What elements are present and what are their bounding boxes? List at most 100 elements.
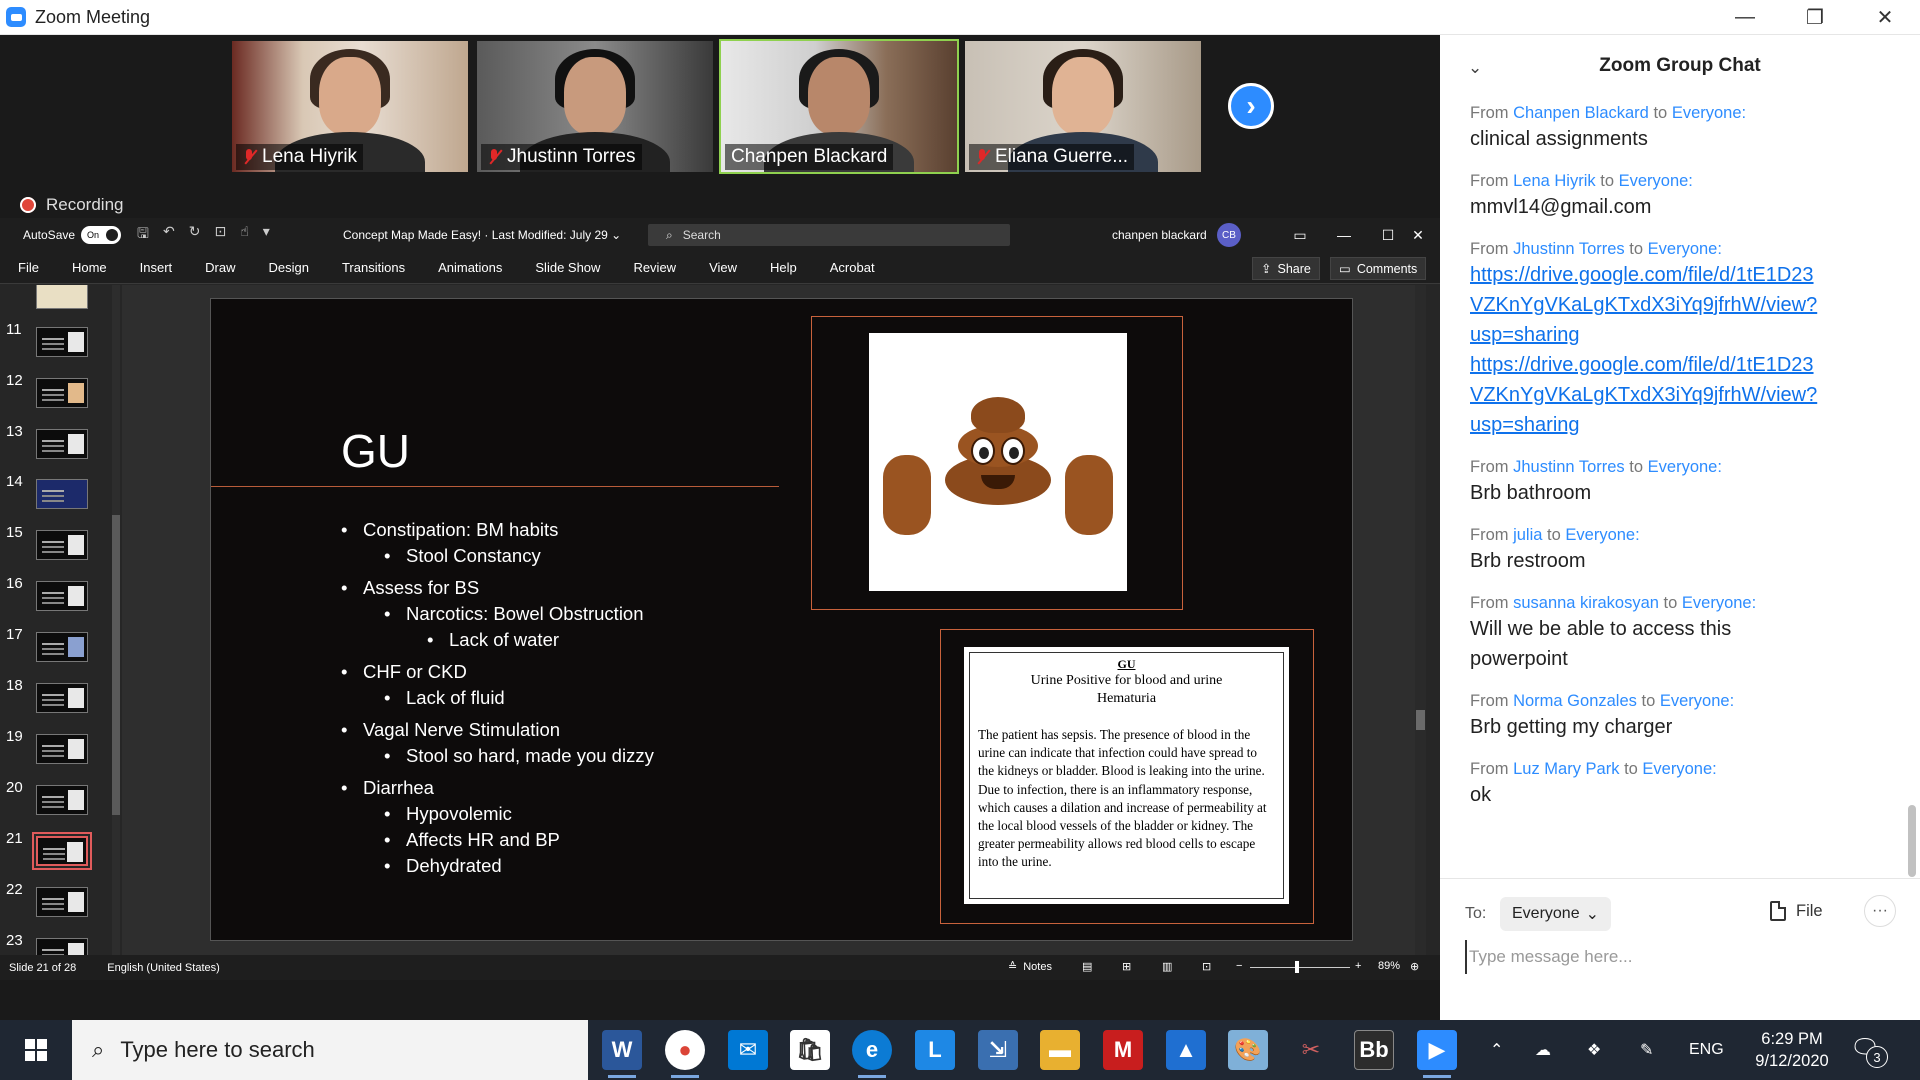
- language-indicator[interactable]: English (United States): [107, 962, 220, 974]
- next-page-arrow-icon[interactable]: ›: [1228, 83, 1274, 129]
- tab-home[interactable]: Home: [60, 260, 119, 275]
- sender-name[interactable]: Norma Gonzales: [1513, 692, 1637, 710]
- sender-name[interactable]: Luz Mary Park: [1513, 760, 1619, 778]
- recipient-name[interactable]: Everyone:: [1565, 526, 1639, 544]
- edge-app-icon[interactable]: e: [852, 1030, 892, 1078]
- system-clock[interactable]: 6:29 PM 9/12/2020: [1737, 1028, 1847, 1072]
- ppt-minimize-button[interactable]: —: [1322, 218, 1366, 252]
- slide-thumbnail[interactable]: 17: [0, 626, 122, 676]
- recipient-name[interactable]: Everyone:: [1619, 172, 1693, 190]
- notes-button[interactable]: ≙ Notes: [1008, 960, 1052, 974]
- dropbox-icon[interactable]: ❖: [1587, 1020, 1601, 1080]
- message-link[interactable]: VZKnYgVKaLgKTxdX3iYq9jfrhW/view?: [1470, 290, 1890, 320]
- autosave-control[interactable]: AutoSave On: [23, 226, 122, 244]
- autosave-toggle[interactable]: On: [81, 226, 122, 244]
- document-excerpt-image[interactable]: GU Urine Positive for blood and urine He…: [940, 629, 1314, 924]
- undo-icon[interactable]: ↶: [163, 223, 175, 247]
- tab-view[interactable]: View: [697, 260, 749, 275]
- blackboard-app-icon[interactable]: Bb: [1354, 1030, 1394, 1070]
- lockdown-app-icon[interactable]: L: [915, 1030, 955, 1070]
- zoom-out-icon[interactable]: −: [1236, 960, 1242, 972]
- participant-tile[interactable]: Jhustinn Torres: [475, 39, 715, 174]
- pen-icon[interactable]: ✎: [1640, 1020, 1653, 1080]
- language-indicator[interactable]: ENG: [1689, 1020, 1724, 1080]
- start-button[interactable]: [0, 1020, 72, 1080]
- notification-center-icon[interactable]: 🗨 3: [1850, 1034, 1888, 1068]
- tab-transitions[interactable]: Transitions: [330, 260, 417, 275]
- ribbon-display-icon[interactable]: ▭: [1278, 218, 1322, 252]
- participant-tile[interactable]: Eliana Guerre...: [963, 39, 1203, 174]
- tab-review[interactable]: Review: [621, 260, 688, 275]
- slide-thumbnail[interactable]: 16: [0, 575, 122, 625]
- recipient-name[interactable]: Everyone:: [1648, 240, 1722, 258]
- mcafee-app-icon[interactable]: M: [1103, 1030, 1143, 1070]
- chat-scrollbar[interactable]: [1908, 805, 1916, 877]
- onedrive-icon[interactable]: ☁: [1535, 1020, 1551, 1080]
- sender-name[interactable]: julia: [1513, 526, 1542, 544]
- normal-view-icon[interactable]: ▤: [1082, 960, 1092, 973]
- sender-name[interactable]: Chanpen Blackard: [1513, 104, 1649, 122]
- slide-thumbnail[interactable]: 19: [0, 728, 122, 778]
- poop-emoji-image[interactable]: [811, 316, 1183, 610]
- chrome-app-icon[interactable]: ●: [665, 1030, 705, 1078]
- slide-thumbnail[interactable]: 15: [0, 524, 122, 574]
- tab-animations[interactable]: Animations: [426, 260, 514, 275]
- participant-tile-active-speaker[interactable]: Chanpen Blackard: [719, 39, 959, 174]
- sender-name[interactable]: susanna kirakosyan: [1513, 594, 1659, 612]
- recipient-name[interactable]: Everyone:: [1642, 760, 1716, 778]
- tab-insert[interactable]: Insert: [128, 260, 185, 275]
- file-button[interactable]: File: [1770, 901, 1823, 921]
- avatar[interactable]: CB: [1217, 223, 1241, 247]
- message-link[interactable]: usp=sharing: [1470, 320, 1890, 350]
- close-button[interactable]: ✕: [1850, 0, 1920, 35]
- sender-name[interactable]: Lena Hiyrik: [1513, 172, 1596, 190]
- slide-thumbnail[interactable]: 14: [0, 473, 122, 523]
- slide-thumbnail[interactable]: 11: [0, 321, 122, 371]
- chevron-down-icon[interactable]: ⌄: [1468, 58, 1482, 78]
- slide-thumbnail[interactable]: 20: [0, 779, 122, 829]
- recipient-name[interactable]: Everyone:: [1682, 594, 1756, 612]
- tab-slide-show[interactable]: Slide Show: [523, 260, 612, 275]
- participant-tile[interactable]: Lena Hiyrik: [230, 39, 470, 174]
- account-name[interactable]: chanpen blackard: [1112, 228, 1207, 242]
- message-input[interactable]: Type message here...: [1465, 940, 1885, 974]
- minimize-button[interactable]: —: [1710, 0, 1780, 35]
- slide-thumbnail-selected[interactable]: 21: [0, 830, 122, 880]
- slide-title[interactable]: GU: [341, 424, 410, 478]
- vpn-app-icon[interactable]: ⇲: [978, 1030, 1018, 1070]
- slide-thumbnail[interactable]: 23: [0, 932, 122, 955]
- save-icon[interactable]: 🖫: [137, 223, 149, 247]
- document-title[interactable]: Concept Map Made Easy! · Last Modified: …: [343, 228, 621, 242]
- touch-mode-icon[interactable]: ☝: [240, 223, 249, 247]
- file-explorer-icon[interactable]: ▬: [1040, 1030, 1080, 1070]
- recipient-name[interactable]: Everyone:: [1648, 458, 1722, 476]
- ppt-search-box[interactable]: ⌕ Search: [648, 224, 1010, 246]
- slide-sorter-icon[interactable]: ⊞: [1122, 960, 1131, 973]
- slideshow-view-icon[interactable]: ⊡: [1202, 960, 1211, 973]
- zoom-slider[interactable]: [1250, 961, 1350, 973]
- slide-bullet-list[interactable]: Constipation: BM habits Stool Constancy …: [341, 511, 654, 879]
- reading-view-icon[interactable]: ▥: [1162, 960, 1172, 973]
- show-hidden-icons[interactable]: ⌃: [1490, 1020, 1503, 1080]
- present-icon[interactable]: ⊡: [214, 223, 226, 247]
- snip-app-icon[interactable]: ✂: [1291, 1030, 1331, 1070]
- slide-thumbnail[interactable]: 13: [0, 423, 122, 473]
- tab-draw[interactable]: Draw: [193, 260, 247, 275]
- slide-thumbnail[interactable]: 18: [0, 677, 122, 727]
- slide-21[interactable]: GU Constipation: BM habits Stool Constan…: [210, 298, 1353, 941]
- slide-thumbnail[interactable]: [0, 285, 122, 323]
- message-link[interactable]: https://drive.google.com/file/d/1tE1D23: [1470, 260, 1890, 290]
- word-app-icon[interactable]: W: [602, 1030, 642, 1078]
- sender-name[interactable]: Jhustinn Torres: [1513, 240, 1625, 258]
- recipient-select[interactable]: Everyone ⌄: [1500, 897, 1611, 931]
- zoom-level[interactable]: 89%: [1378, 960, 1400, 972]
- mail-app-icon[interactable]: ✉: [728, 1030, 768, 1070]
- sender-name[interactable]: Jhustinn Torres: [1513, 458, 1625, 476]
- slide-scrollbar[interactable]: [1415, 285, 1426, 955]
- restore-button[interactable]: ❐: [1780, 0, 1850, 35]
- ppt-close-button[interactable]: ✕: [1396, 218, 1440, 252]
- tab-file[interactable]: File: [6, 260, 51, 275]
- zoom-in-icon[interactable]: +: [1355, 960, 1361, 972]
- slide-thumbnail[interactable]: 22: [0, 881, 122, 931]
- comments-button[interactable]: ▭ Comments: [1330, 257, 1427, 280]
